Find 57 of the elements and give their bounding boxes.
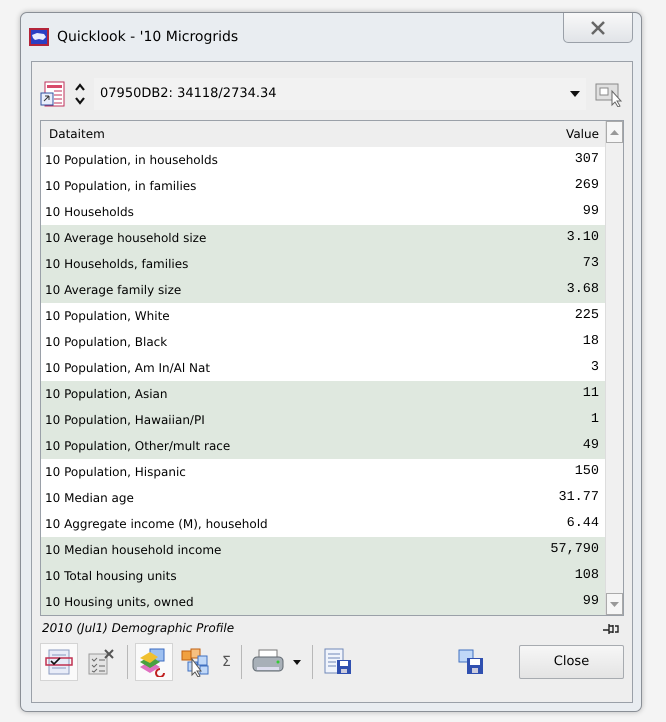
window-title: Quicklook - '10 Microgrids [57,28,238,46]
value-cell-text: 108 [574,566,599,585]
status-text: 2010 (Jul1) Demographic Profile [42,620,234,637]
column-header[interactable]: Dataitem [49,125,105,143]
caret-icon[interactable] [570,91,580,97]
item-cell-text: 10 Population, in families [45,178,196,195]
value-cell-text: 150 [574,462,599,481]
scrollbar[interactable] [605,121,623,615]
scroll-up-icon[interactable] [610,130,619,134]
value-cell-text: 3 [590,358,599,377]
item-cell-text: 10 Population, White [45,308,170,325]
record-dropdown[interactable]: 07950DB2: 34118/2734.34 [94,78,586,110]
item-cell-text: 10 Total housing units [45,568,177,585]
up-down-arrows-icon[interactable] [74,82,86,106]
item-cell-text: 10 Population, Hawaiian/PI [45,412,205,429]
column-header[interactable]: Value [566,125,599,143]
value-cell-text: 307 [574,150,599,169]
item-cell-text: 10 Population, Hispanic [45,464,186,481]
scroll-down-icon[interactable] [610,602,619,606]
value-cell-text: 99 [582,202,599,221]
pin-icon[interactable] [602,621,620,635]
save-icon[interactable] [457,648,485,676]
item-cell-text: 10 Average family size [45,282,182,299]
map-icon [29,28,49,46]
item-cell-text: 10 Population, Other/mult race [45,438,230,455]
item-cell-text: 10 Median household income [45,542,222,559]
value-cell-text: 3.68 [566,280,599,299]
item-cell-text: 10 Population, Asian [45,386,168,403]
layers-icon[interactable] [135,643,173,681]
item-cell-text: 10 Housing units, owned [45,594,194,611]
window-cursor-icon[interactable] [594,81,624,107]
value-cell-text: 6.44 [566,514,599,533]
value-cell-text: 57,790 [550,540,599,559]
item-cell-text: 10 Households, families [45,256,188,273]
value-cell-text: 99 [582,592,599,611]
item-cell-text: 10 Median age [45,490,134,507]
item-cell-text: 10 Average household size [45,230,206,247]
value-cell-text: 11 [582,384,599,403]
value-cell-text: 31.77 [558,488,599,507]
item-cell-text: 10 Population, Black [45,334,168,351]
checklist-icon[interactable] [40,643,78,681]
report-icon[interactable] [40,81,66,107]
value-cell-text: 225 [574,306,599,325]
value-cell-text: 269 [574,176,599,195]
item-cell-text: 10 Aggregate income (M), household [45,516,268,533]
value-cell-text: 49 [582,436,599,455]
item-cell-text: 10 Households [45,204,134,221]
item-cell-text: 10 Population, in households [45,152,218,169]
value-cell-text: 1 [590,410,599,429]
close-icon [590,20,606,34]
sum-button[interactable]: Σ [219,652,234,672]
value-cell-text: 18 [582,332,599,351]
value-cell-text: 3.10 [566,228,599,247]
item-cell-text: 10 Population, Am In/Al Nat [45,360,210,377]
close-button[interactable] [563,13,633,43]
value-cell-text: 73 [582,254,599,273]
close-button[interactable]: Close [519,645,624,679]
